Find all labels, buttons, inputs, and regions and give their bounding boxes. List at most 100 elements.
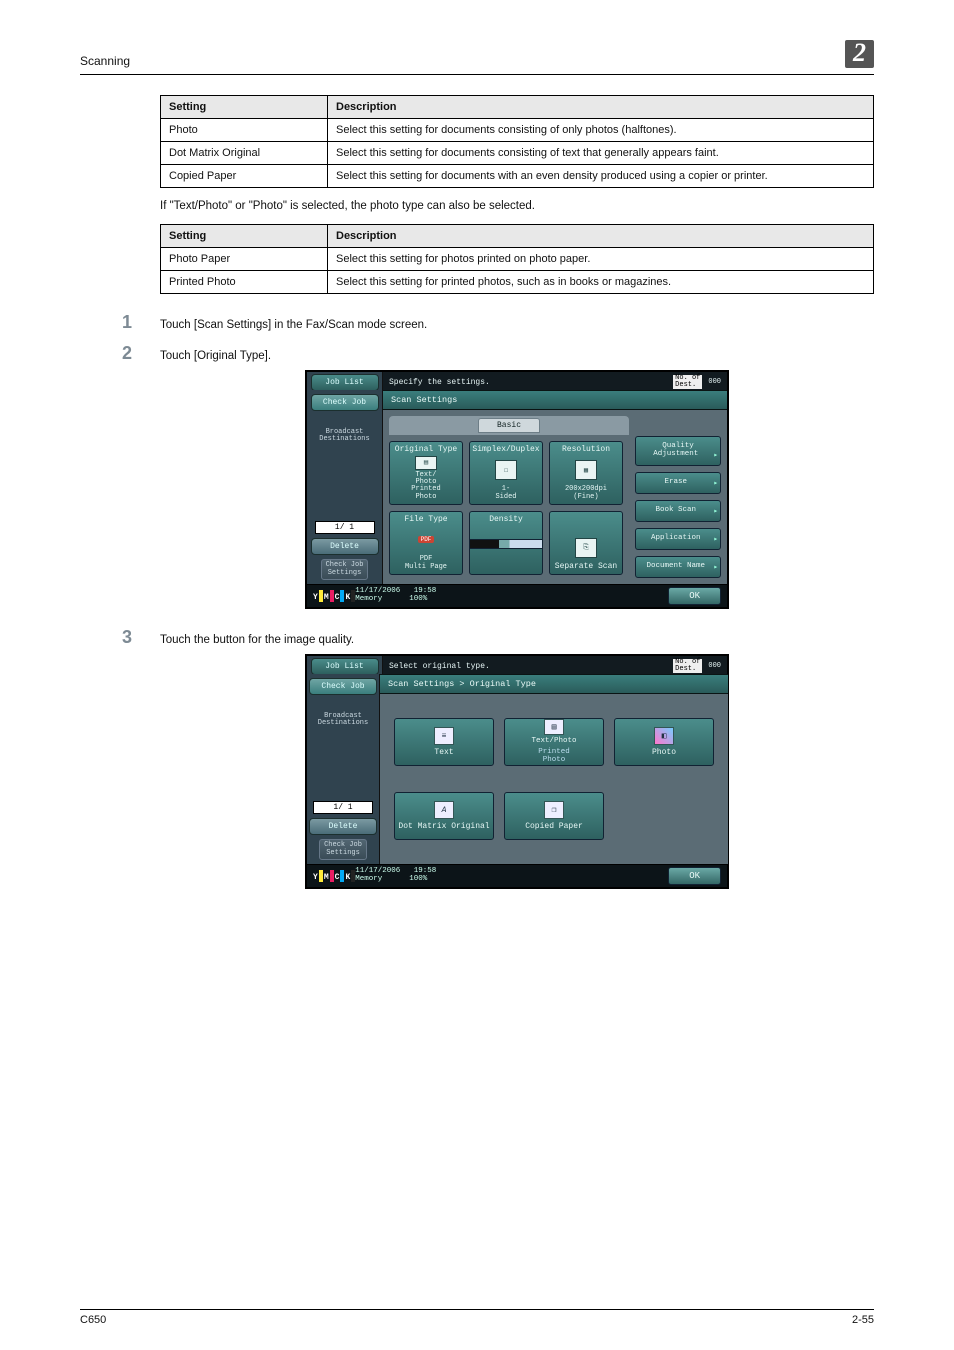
erase-button[interactable]: Erase▸ <box>635 472 721 494</box>
cell-description: Select this setting for printed photos, … <box>328 271 874 294</box>
tile-sub <box>504 564 508 571</box>
table-header-setting: Setting <box>161 96 328 119</box>
ok-button[interactable]: OK <box>668 867 721 885</box>
mid-paragraph: If "Text/Photo" or "Photo" is selected, … <box>160 200 874 212</box>
option-label: Copied Paper <box>525 822 583 831</box>
sidebar-pager: 1/ 1 <box>315 521 375 534</box>
tab-bar: Basic <box>389 416 629 435</box>
text-icon: ≡ <box>434 727 454 745</box>
table-row: Dot Matrix Original Select this setting … <box>161 142 874 165</box>
no-of-dest: No. of Dest. 000 <box>673 659 721 673</box>
page-icon: ☐ <box>495 460 517 480</box>
original-type-table: Setting Description Photo Select this se… <box>160 95 874 188</box>
chevron-right-icon: ▸ <box>713 562 718 572</box>
quality-adjustment-button[interactable]: Quality Adjustment▸ <box>635 436 721 466</box>
check-job-settings-label[interactable]: Check Job Settings <box>321 559 369 580</box>
no-of-dest: No. of Dest. 000 <box>673 375 721 389</box>
option-text[interactable]: ≡ Text <box>394 718 494 766</box>
step-text: Touch [Scan Settings] in the Fax/Scan mo… <box>160 319 427 331</box>
document-name-button[interactable]: Document Name▸ <box>635 556 721 578</box>
step-1: 1 Touch [Scan Settings] in the Fax/Scan … <box>122 312 874 333</box>
job-list-button[interactable]: Job List <box>311 374 379 391</box>
pdf-badge: PDF <box>418 536 435 543</box>
check-job-button[interactable]: Check Job <box>309 678 377 695</box>
option-photo[interactable]: ◧ Photo <box>614 718 714 766</box>
tile-separate-scan[interactable]: ⎘ Separate Scan <box>549 511 623 575</box>
delete-button[interactable]: Delete <box>311 538 379 555</box>
tile-sub: 1- Sided <box>495 486 516 501</box>
table-header-setting: Setting <box>161 225 328 248</box>
table-row: Photo Select this setting for documents … <box>161 119 874 142</box>
ok-button[interactable]: OK <box>668 587 721 605</box>
section-title: Scanning <box>80 54 130 68</box>
table-row: Copied Paper Select this setting for doc… <box>161 165 874 188</box>
cell-description: Select this setting for documents consis… <box>328 119 874 142</box>
table-row: Printed Photo Select this setting for pr… <box>161 271 874 294</box>
step-text: Touch the button for the image quality. <box>160 634 354 646</box>
tile-density[interactable]: Density <box>469 511 543 575</box>
no-of-value: 000 <box>708 378 721 386</box>
instruction-text: Select original type. <box>389 662 490 671</box>
option-copied-paper[interactable]: ❐ Copied Paper <box>504 792 604 840</box>
application-button[interactable]: Application▸ <box>635 528 721 550</box>
step-number: 3 <box>122 627 142 648</box>
option-text-photo[interactable]: ▤ Text/Photo Printed Photo <box>504 718 604 766</box>
option-label: Dot Matrix Original <box>398 822 489 831</box>
cell-description: Select this setting for documents with a… <box>328 165 874 188</box>
tile-file-type[interactable]: File Type PDF PDF Multi Page <box>389 511 463 575</box>
tile-header: Simplex/Duplex <box>472 445 539 454</box>
no-of-label: No. of Dest. <box>673 659 702 673</box>
option-label-lower: Printed Photo <box>538 749 570 765</box>
footer-right: 2-55 <box>852 1314 874 1326</box>
original-type-options: ≡ Text ▤ Text/Photo Printed Photo ◧ Phot… <box>386 700 722 858</box>
cell-description: Select this setting for documents consis… <box>328 142 874 165</box>
option-dot-matrix[interactable]: A Dot Matrix Original <box>394 792 494 840</box>
tile-sub: Text/ Photo Printed Photo <box>411 472 440 501</box>
book-scan-button[interactable]: Book Scan▸ <box>635 500 721 522</box>
tab-basic[interactable]: Basic <box>478 418 540 433</box>
breadcrumb: Scan Settings > Original Type <box>380 674 728 694</box>
delete-button[interactable]: Delete <box>309 818 377 835</box>
instruction-bar: Specify the settings. No. of Dest. 000 <box>383 372 727 392</box>
chevron-right-icon: ▸ <box>713 450 718 460</box>
chevron-right-icon: ▸ <box>713 478 718 488</box>
header-rule <box>80 74 874 75</box>
timestamp: 11/17/2006 19:58 Memory 100% <box>355 868 436 884</box>
chevron-right-icon: ▸ <box>713 534 718 544</box>
page-header: Scanning 2 <box>80 40 874 68</box>
photo-type-table: Setting Description Photo Paper Select t… <box>160 224 874 294</box>
step-number: 1 <box>122 312 142 333</box>
dot-matrix-icon: A <box>434 801 454 819</box>
chapter-number: 2 <box>845 40 874 68</box>
check-job-button[interactable]: Check Job <box>311 394 379 411</box>
chevron-right-icon: ▸ <box>713 506 718 516</box>
instruction-bar: Select original type. No. of Dest. 000 <box>383 656 727 676</box>
tile-header: Density <box>489 515 523 524</box>
separate-scan-icon: ⎘ <box>575 538 597 558</box>
check-job-settings-label[interactable]: Check Job Settings <box>319 839 367 860</box>
broadcast-label: Broadcast Destinations <box>319 429 369 444</box>
screenshot-original-type: Job List Select original type. No. of De… <box>305 654 729 889</box>
instruction-text: Specify the settings. <box>389 378 490 387</box>
option-label: Photo <box>652 748 676 757</box>
copied-paper-icon: ❐ <box>544 801 564 819</box>
no-of-label: No. of Dest. <box>673 375 702 389</box>
tile-header: Separate Scan <box>555 562 617 571</box>
tile-original-type[interactable]: Original Type ▤ Text/ Photo Printed Phot… <box>389 441 463 505</box>
step-text: Touch [Original Type]. <box>160 350 271 362</box>
timestamp: 11/17/2006 19:58 Memory 100% <box>355 588 436 604</box>
step-number: 2 <box>122 343 142 364</box>
photo-icon: ◧ <box>654 727 674 745</box>
cell-setting: Photo <box>161 119 328 142</box>
job-list-button[interactable]: Job List <box>311 658 379 675</box>
breadcrumb: Scan Settings <box>383 390 727 410</box>
page-footer: C650 2-55 <box>80 1309 874 1326</box>
table-row: Photo Paper Select this setting for phot… <box>161 248 874 271</box>
cell-setting: Dot Matrix Original <box>161 142 328 165</box>
option-label-upper: Text/Photo <box>531 738 576 746</box>
tile-header: Resolution <box>562 445 610 454</box>
text-photo-icon: ▤ <box>544 719 564 735</box>
tile-simplex-duplex[interactable]: Simplex/Duplex ☐ 1- Sided <box>469 441 543 505</box>
density-bar <box>469 539 543 549</box>
tile-resolution[interactable]: Resolution ▦ 200x200dpi (Fine) <box>549 441 623 505</box>
